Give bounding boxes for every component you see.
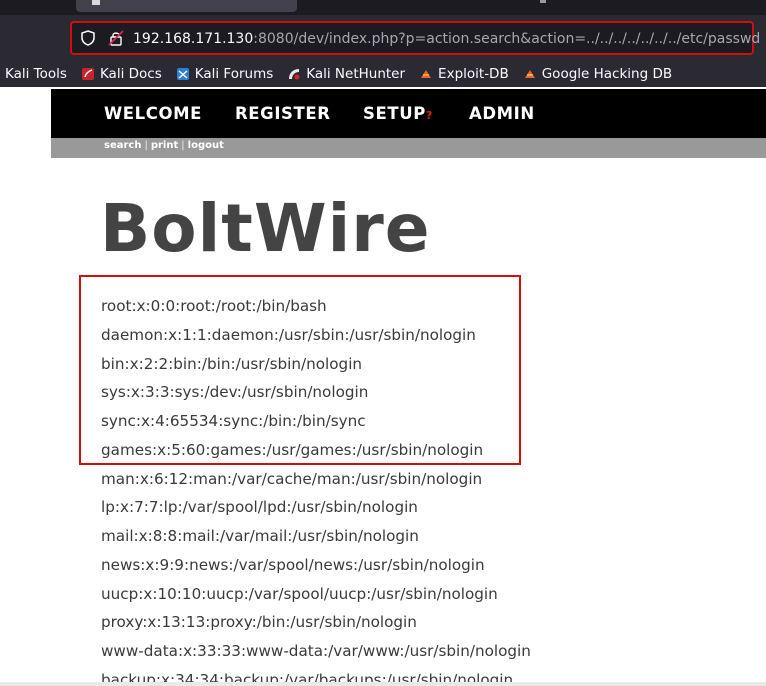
bookmarks-toolbar: Kali Tools Kali Docs Kali Forums Kali Ne… [0,61,766,87]
tab-strip [0,0,766,15]
site-menu-bar: WELCOME REGISTER SETUP? ADMIN [51,89,766,138]
bookmark-google-hacking-db[interactable]: Google Hacking DB [523,66,672,82]
exploit-db-icon [421,70,432,78]
bookmark-kali-nethunter[interactable]: Kali NetHunter [287,66,405,82]
passwd-line: proxy:x:13:13:proxy:/bin:/usr/sbin/nolog… [101,613,417,632]
submenu-print-link[interactable]: print [151,140,178,151]
menu-register[interactable]: REGISTER [235,104,331,123]
kali-forums-icon [176,68,189,80]
page-bottom-edge [0,682,766,686]
google-hacking-db-icon [524,70,535,78]
site-submenu: search | print | logout [51,138,766,158]
passwd-line: www-data:x:33:33:www-data:/var/www:/usr/… [101,642,531,660]
url-text[interactable]: 192.168.171.130:8080/dev/index.php?p=act… [133,30,760,48]
submenu-search-link[interactable]: search [104,140,141,151]
bookmark-kali-docs[interactable]: Kali Docs [81,66,162,82]
passwd-line: news:x:9:9:news:/var/spool/news:/usr/sbi… [101,555,485,574]
bookmark-label: Kali Docs [99,66,162,82]
bookmark-kali-forums[interactable]: Kali Forums [176,66,274,82]
bookmark-label: Exploit-DB [438,66,509,82]
kali-docs-icon [81,68,94,80]
bookmark-label: Kali Forums [194,66,274,82]
tab-strip-control[interactable] [540,0,546,3]
bookmark-label: Kali Tools [5,66,67,82]
passwd-line: mail:x:8:8:mail:/var/mail:/usr/sbin/nolo… [101,527,419,545]
kali-nethunter-icon [289,69,300,80]
address-bar[interactable]: 192.168.171.130:8080/dev/index.php?p=act… [70,21,760,55]
url-path: :8080/dev/index.php?p=action.search&acti… [253,31,761,47]
browser-tab[interactable] [76,0,297,12]
url-host: 192.168.171.130 [133,31,254,47]
submenu-separator: | [181,140,185,151]
shield-icon[interactable] [80,30,96,46]
menu-admin[interactable]: ADMIN [469,104,535,123]
browser-navbar: 192.168.171.130:8080/dev/index.php?p=act… [0,15,766,61]
bookmark-label: Google Hacking DB [541,66,673,82]
lock-icon[interactable] [108,30,124,46]
passwd-line: lp:x:7:7:lp:/var/spool/lpd:/usr/sbin/nol… [101,498,418,517]
menu-setup-mark: ? [425,109,433,122]
passwd-line: uucp:x:10:10:uucp:/var/spool/uucp:/usr/s… [101,584,498,603]
passwd-line: man:x:6:12:man:/var/cache/man:/usr/sbin/… [101,469,483,488]
submenu-separator: | [144,140,148,151]
menu-welcome[interactable]: WELCOME [104,104,202,123]
submenu-logout-link[interactable]: logout [188,140,224,151]
menu-setup[interactable]: SETUP? [363,104,433,123]
bookmark-kali-tools[interactable]: Kali Tools [5,66,67,82]
page-title: BoltWire [100,190,431,267]
bookmark-exploit-db[interactable]: Exploit-DB [419,66,509,82]
submenu-links: search | print | logout [104,140,224,151]
highlight-annotation-box [79,275,521,465]
tab-favicon-icon [92,0,100,5]
bookmark-label: Kali NetHunter [306,66,406,82]
menu-setup-label: SETUP [363,104,426,123]
